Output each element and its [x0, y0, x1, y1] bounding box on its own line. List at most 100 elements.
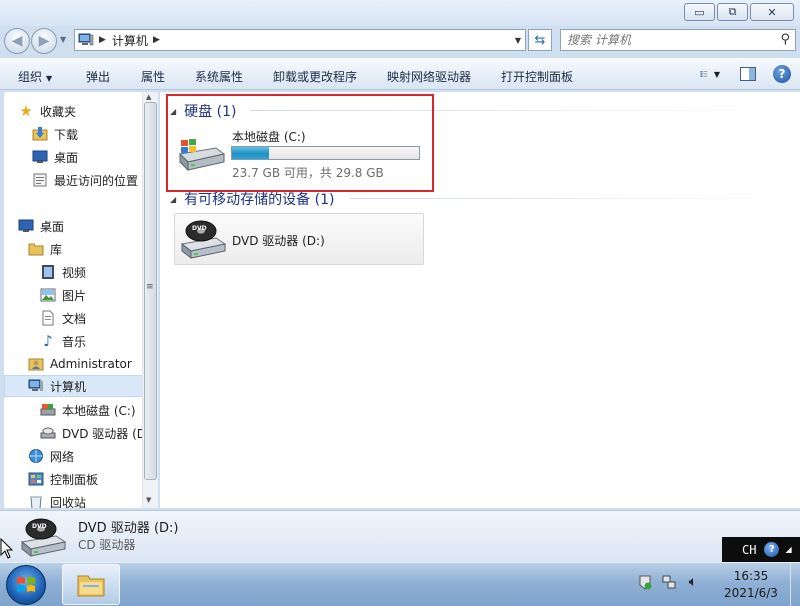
search-input[interactable] [567, 33, 767, 47]
minimize-button[interactable]: ▭ [684, 3, 715, 21]
details-item-type: CD 驱动器 [78, 538, 136, 552]
input-language-indicator[interactable]: CH [742, 543, 756, 557]
network-globe-icon [28, 448, 44, 464]
action-center-icon[interactable] [636, 573, 654, 591]
nav-label: 桌面 [40, 219, 65, 234]
collapse-triangle-icon[interactable]: ◢ [170, 195, 176, 204]
nav-computer[interactable]: 计算机 [4, 375, 143, 397]
close-button[interactable]: ✕ [750, 3, 794, 21]
nav-label: 音乐 [62, 334, 87, 349]
langbar-options-icon[interactable]: ◢ [785, 545, 791, 554]
address-row: ◀ ▶ ▼ ▶ 计算机 ▶ ▼ ⇆ ⚲ [0, 26, 800, 56]
hard-drive-icon [40, 402, 56, 418]
refresh-icon: ⇆ [534, 32, 546, 48]
group-title: 有可移动存储的设备 (1) [184, 192, 335, 208]
map-network-drive-button[interactable]: 映射网络驱动器 [387, 68, 471, 85]
nav-control-panel[interactable]: 控制面板 [28, 468, 98, 490]
dvd-drive-tile[interactable]: DVD DVD 驱动器 (D:) [174, 213, 424, 265]
chevron-down-icon: ▼ [713, 69, 720, 79]
breadcrumb-computer[interactable]: 计算机 [112, 32, 148, 49]
nav-scrollbar[interactable]: ▲ ≡ ▼ [142, 92, 158, 508]
address-history-dropdown[interactable]: ▼ [515, 36, 521, 45]
drive-c-tile[interactable]: 本地磁盘 (C:) 23.7 GB 可用，共 29.8 GB [176, 126, 426, 182]
search-box[interactable]: ⚲ [560, 29, 796, 51]
start-button[interactable] [6, 565, 46, 605]
system-tray: 🔈︎ [636, 573, 708, 591]
search-icon[interactable]: ⚲ [780, 32, 790, 47]
nav-label: 桌面 [54, 150, 79, 165]
desktop-icon [32, 149, 48, 165]
windows-logo-icon [17, 577, 35, 592]
properties-button[interactable]: 属性 [141, 68, 165, 85]
nav-label: Administrator [50, 357, 132, 371]
scroll-grip-icon: ≡ [146, 282, 154, 292]
desktop-icon [18, 218, 34, 234]
arrow-left-icon: ◀ [11, 33, 23, 49]
address-bar[interactable]: ▶ 计算机 ▶ ▼ [74, 29, 526, 51]
chevron-down-icon: ▼ [46, 74, 53, 83]
nav-recycle-bin[interactable]: 回收站 [28, 491, 86, 508]
drive-c-usage-fill [232, 147, 270, 159]
eject-button[interactable]: 弹出 [86, 68, 110, 85]
nav-favorites[interactable]: ★ 收藏夹 [18, 100, 76, 122]
group-header-removable-storage[interactable]: ◢ 有可移动存储的设备 (1) [170, 189, 334, 209]
nav-label: 控制面板 [50, 472, 99, 487]
drive-c-capacity: 23.7 GB 可用，共 29.8 GB [232, 166, 384, 180]
breadcrumb-separator[interactable]: ▶ [99, 35, 106, 45]
recent-pages-dropdown[interactable]: ▼ [60, 35, 66, 44]
nav-pictures[interactable]: 图片 [40, 284, 86, 306]
nav-documents[interactable]: 文档 [40, 307, 86, 329]
scroll-down-icon[interactable]: ▼ [146, 496, 151, 504]
drive-c-usage-bar [231, 146, 420, 160]
nav-recent-places[interactable]: 最近访问的位置 [32, 169, 138, 191]
maximize-button[interactable]: ⧉ [717, 3, 748, 21]
nav-label: DVD 驱动器 (D:) [62, 426, 155, 441]
breadcrumb-separator[interactable]: ▶ [153, 35, 160, 45]
control-panel-icon [28, 471, 44, 487]
help-button[interactable]: ? [772, 65, 792, 83]
volume-icon[interactable]: 🔈︎ [684, 573, 702, 591]
refresh-button[interactable]: ⇆ [528, 29, 552, 51]
organize-menu[interactable]: 组织 ▼ [18, 68, 52, 85]
back-button[interactable]: ◀ [4, 28, 30, 54]
system-clock[interactable]: 16:35 2021/6/3 [716, 568, 786, 602]
dvd-drive-icon [40, 425, 56, 441]
nav-label: 库 [50, 242, 63, 257]
nav-music[interactable]: ♪ 音乐 [40, 330, 86, 352]
clock-date: 2021/6/3 [724, 586, 778, 600]
nav-network[interactable]: 网络 [28, 445, 74, 467]
svg-text:DVD: DVD [192, 225, 207, 232]
forward-button[interactable]: ▶ [31, 28, 57, 54]
nav-administrator[interactable]: Administrator [28, 353, 132, 375]
scroll-up-icon[interactable]: ▲ [146, 93, 151, 101]
user-folder-icon [28, 356, 44, 372]
computer-icon [28, 378, 44, 394]
change-view-button[interactable]: ▼ [700, 65, 720, 83]
computer-icon [78, 33, 94, 46]
nav-downloads[interactable]: 下载 [32, 123, 78, 145]
uninstall-program-button[interactable]: 卸载或更改程序 [273, 68, 357, 85]
open-control-panel-button[interactable]: 打开控制面板 [501, 68, 573, 85]
language-bar[interactable]: CH ? ◢ [722, 537, 800, 562]
preview-pane-button[interactable] [738, 65, 758, 83]
nav-videos[interactable]: 视频 [40, 261, 86, 283]
system-properties-button[interactable]: 系统属性 [195, 68, 243, 85]
nav-libraries[interactable]: 库 [28, 238, 62, 260]
details-pane: DVD DVD 驱动器 (D:) CD 驱动器 [0, 510, 800, 562]
network-icon[interactable] [660, 573, 678, 591]
clock-time: 16:35 [733, 569, 769, 583]
nav-local-disk-c[interactable]: 本地磁盘 (C:) [40, 399, 136, 421]
navigation-pane: ★ 收藏夹 下载 桌面 最近访问的位置 桌面 库 视频 图片 文档 ♪ 音乐 A… [4, 92, 158, 508]
nav-desktop[interactable]: 桌面 [18, 215, 64, 237]
title-bar[interactable]: ▭ ⧉ ✕ [0, 0, 800, 26]
nav-dvd-drive[interactable]: DVD 驱动器 (D:) [40, 422, 155, 444]
nav-desktop-favorite[interactable]: 桌面 [32, 146, 78, 168]
taskbar-explorer-button[interactable] [62, 564, 120, 605]
svg-text:DVD: DVD [32, 523, 47, 530]
show-desktop-button[interactable] [790, 563, 800, 606]
drive-c-name: 本地磁盘 (C:) [232, 130, 306, 144]
help-icon[interactable]: ? [764, 542, 780, 557]
library-folder-icon [28, 241, 44, 257]
taskbar: 🔈︎ 16:35 2021/6/3 [0, 562, 800, 606]
nav-label: 下载 [54, 127, 79, 142]
